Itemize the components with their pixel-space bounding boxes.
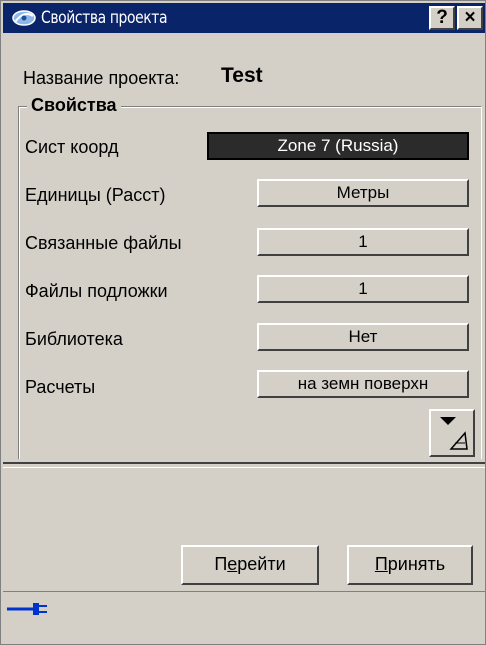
close-button[interactable]: × xyxy=(457,6,483,30)
library-button[interactable]: Нет xyxy=(257,323,469,351)
accept-button[interactable]: Принять xyxy=(347,545,473,585)
go-button[interactable]: Перейти xyxy=(181,545,319,585)
coord-system-button[interactable]: Zone 7 (Russia) xyxy=(207,132,469,160)
satellite-dish-icon xyxy=(12,10,36,26)
title-bar[interactable]: Свойства проекта ? × xyxy=(3,3,485,33)
background-files-label: Файлы подложки xyxy=(25,281,168,301)
expand-button[interactable] xyxy=(429,409,475,457)
units-label: Единицы (Расст) xyxy=(25,185,166,205)
project-name-value: Test xyxy=(221,64,263,87)
units-button[interactable]: Метры xyxy=(257,179,469,207)
library-label: Библиотека xyxy=(25,329,123,349)
background-files-button[interactable]: 1 xyxy=(257,275,469,303)
linked-files-button[interactable]: 1 xyxy=(257,228,469,256)
triangle-down-icon xyxy=(440,417,468,450)
project-properties-window: Свойства проекта ? × Название проекта: T… xyxy=(0,0,486,645)
panel-divider xyxy=(3,462,485,468)
properties-group-title: Свойства xyxy=(27,95,121,116)
window-title: Свойства проекта xyxy=(41,8,168,28)
coord-system-label: Сист коорд xyxy=(25,137,119,157)
status-bar xyxy=(3,591,485,644)
project-name-label: Название проекта: xyxy=(23,68,180,88)
calculations-button[interactable]: на земн поверхн xyxy=(257,370,469,398)
help-button[interactable]: ? xyxy=(429,6,455,30)
calculations-label: Расчеты xyxy=(25,377,96,397)
plug-connected-icon xyxy=(7,603,47,615)
linked-files-label: Связанные файлы xyxy=(25,233,182,253)
